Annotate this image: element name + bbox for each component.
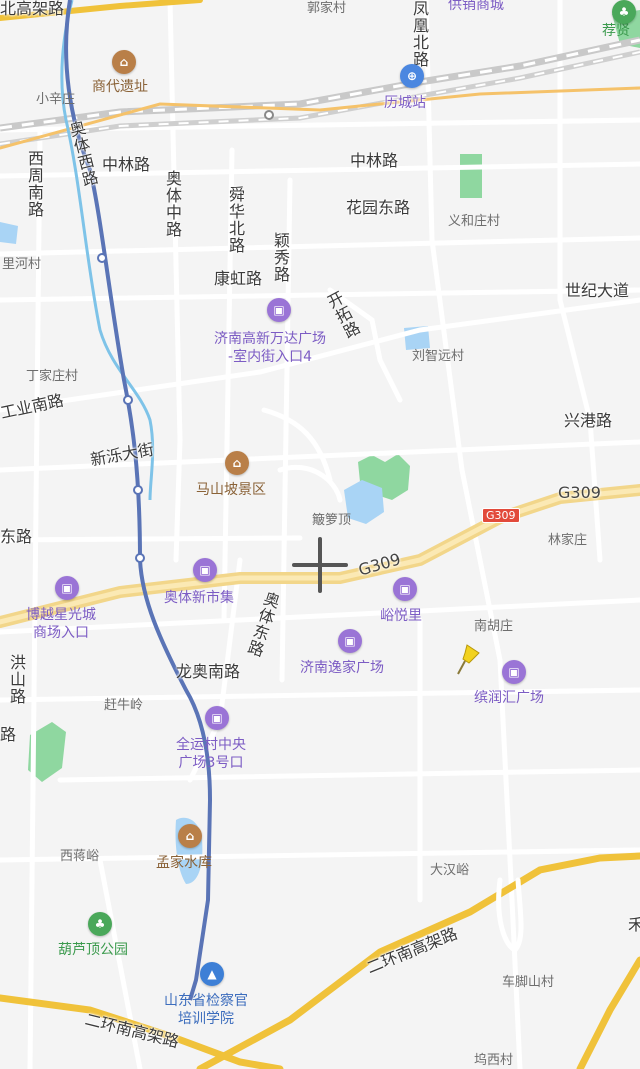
village-label: 丁家庄村 xyxy=(26,369,79,384)
road-label-shunhua-north: 舜华北路 xyxy=(226,186,245,254)
road-label-fenghuang-north: 凤凰北路 xyxy=(410,0,429,68)
village-label: 坞西村 xyxy=(474,1053,514,1068)
village-label: 小辛庄 xyxy=(36,92,76,107)
road-label-yingxiu: 颖秀路 xyxy=(271,232,290,283)
poi-label-line: -室内街入口4 xyxy=(228,349,312,365)
shopping-bag-icon[interactable]: ▣ xyxy=(502,660,526,684)
poi-label-yuyueli[interactable]: 峪悦里 xyxy=(380,607,422,625)
poi-label-gongxiao[interactable]: 供销商城 xyxy=(448,0,504,14)
shopping-bag-icon[interactable]: ▣ xyxy=(393,577,417,601)
road-label-kanghong: 康虹路 xyxy=(214,269,263,288)
road-label-north-elevated: 北高架路 xyxy=(0,0,65,18)
map-base-layer xyxy=(0,0,640,1069)
village-label: 大汉峪 xyxy=(430,863,470,878)
poi-label-jianxian[interactable]: 荐贤 xyxy=(602,22,630,40)
poi-label-line: 商场入口 xyxy=(33,625,89,641)
village-label: 簸箩顶 xyxy=(312,513,352,528)
poi-label-procuratorate[interactable]: 山东省检察官 培训学院 xyxy=(164,992,248,1028)
poi-label-boyue[interactable]: 博越星光城 商场入口 xyxy=(26,606,96,642)
road-label-century-avenue: 世纪大道 xyxy=(565,281,630,300)
map-canvas[interactable]: 北高架路 凤凰北路 奥体西路 西周南路 中林路 中林路 奥体中路 舜华北路 颖秀… xyxy=(0,0,640,1069)
road-label-aoti-middle: 奥体中路 xyxy=(163,170,182,238)
poi-label-right-edge: 禾 xyxy=(628,915,640,934)
poi-label-mengjia-reservoir[interactable]: 孟家水库 xyxy=(156,854,212,872)
village-label: 义和庄村 xyxy=(448,214,501,229)
scenic-spot-icon[interactable]: ⌂ xyxy=(178,824,202,848)
crosshair-vertical xyxy=(318,537,322,593)
poi-label-huluding-park[interactable]: 葫芦顶公园 xyxy=(58,941,128,959)
poi-label-wanda[interactable]: 济南高新万达广场 -室内街入口4 xyxy=(214,330,326,366)
shopping-bag-icon[interactable]: ▣ xyxy=(193,558,217,582)
village-label: 刘智远村 xyxy=(412,349,465,364)
park-tree-icon[interactable]: ♣ xyxy=(88,912,112,936)
road-label-huayuan-east: 花园东路 xyxy=(346,198,411,217)
green-area xyxy=(460,154,482,198)
highway-shield-g309: G309 xyxy=(482,508,520,523)
poi-label-line: 广场3号口 xyxy=(178,755,244,771)
village-label: 赶牛岭 xyxy=(104,698,144,713)
poi-label-mashanpo[interactable]: 马山坡景区 xyxy=(196,481,266,499)
road-label-left-edge: 路 xyxy=(0,725,17,744)
poi-label-line: 博越星光城 xyxy=(26,607,96,623)
crosshair-icon xyxy=(292,537,348,593)
road-label-hongshan: 洪山路 xyxy=(7,654,26,705)
scenic-spot-icon[interactable]: ⌂ xyxy=(225,451,249,475)
shopping-bag-icon[interactable]: ▣ xyxy=(55,576,79,600)
poi-label-shangdai[interactable]: 商代遗址 xyxy=(92,78,148,96)
park-tree-icon[interactable]: ♣ xyxy=(612,0,636,24)
village-label: 郭家村 xyxy=(307,1,347,16)
poi-label-jinan-yijia[interactable]: 济南逸家广场 xyxy=(300,659,384,677)
shopping-bag-icon[interactable]: ▣ xyxy=(338,629,362,653)
road-label-zhonglin-west: 中林路 xyxy=(102,155,151,174)
poi-label-line: 培训学院 xyxy=(178,1011,234,1027)
village-label: 南胡庄 xyxy=(474,619,514,634)
shopping-bag-icon[interactable]: ▣ xyxy=(267,298,291,322)
shopping-bag-icon[interactable]: ▣ xyxy=(205,706,229,730)
poi-label-line: 山东省检察官 xyxy=(164,993,248,1009)
graduation-cap-icon[interactable]: ▲ xyxy=(200,962,224,986)
poi-label-line: 全运村中央 xyxy=(176,737,246,753)
thumbtack-pin-icon[interactable] xyxy=(455,643,485,677)
train-station-icon[interactable]: ⊕ xyxy=(400,64,424,88)
village-label: 车脚山村 xyxy=(502,975,555,990)
road-label-xizhou-south: 西周南路 xyxy=(25,150,44,218)
water-area xyxy=(0,222,18,244)
second-ring-south-elevated xyxy=(576,956,640,1069)
road-label-zhonglin-east: 中林路 xyxy=(350,151,399,170)
village-label: 里河村 xyxy=(2,257,42,272)
poi-label-line: 济南高新万达广场 xyxy=(214,331,326,347)
road-label-xingang: 兴港路 xyxy=(564,411,613,430)
village-label: 林家庄 xyxy=(548,533,588,548)
highway-label-g309-east: G309 xyxy=(558,483,601,502)
poi-label-licheng-station[interactable]: 历城站 xyxy=(384,94,426,112)
poi-label-aoti-xinshiji[interactable]: 奥体新市集 xyxy=(164,589,234,607)
scenic-spot-icon[interactable]: ⌂ xyxy=(112,50,136,74)
road-label-dong-road: 东路 xyxy=(0,527,33,546)
poi-label-binrunhui[interactable]: 缤润汇广场 xyxy=(474,689,544,707)
village-label: 西蒋峪 xyxy=(60,849,100,864)
poi-label-quanyun[interactable]: 全运村中央 广场3号口 xyxy=(176,736,246,772)
road-label-longao-south: 龙奥南路 xyxy=(176,662,241,681)
